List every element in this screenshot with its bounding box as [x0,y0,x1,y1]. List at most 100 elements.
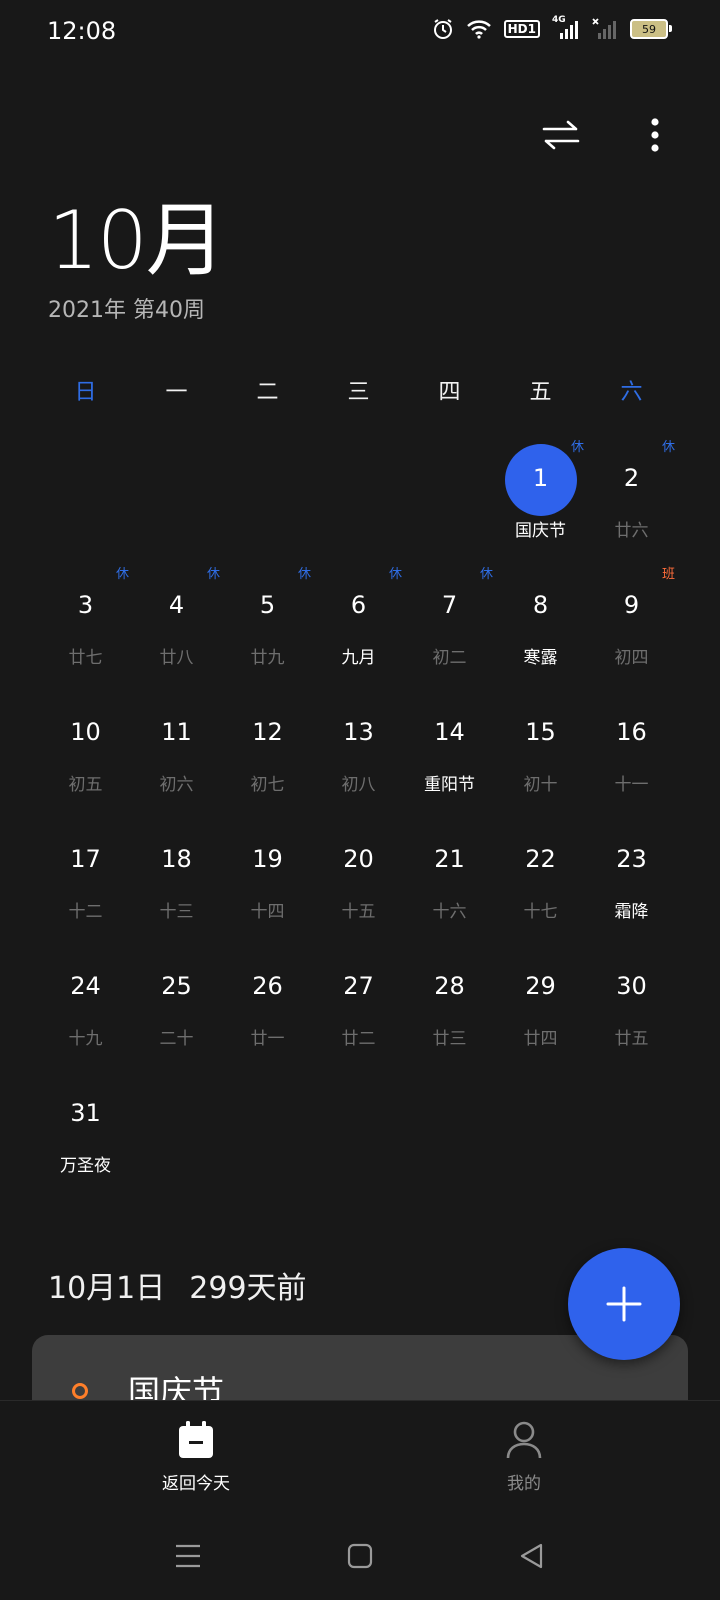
alarm-icon [433,19,452,39]
add-event-button[interactable] [568,1248,680,1360]
day-cell[interactable]: 24 十九 [40,936,131,1062]
lunar-date: 廿八 [159,648,194,668]
event-date-header: 10月1日 299天前 [48,1263,307,1307]
plus-icon [606,1286,642,1322]
signal-no-service-icon [592,18,616,39]
day-cell[interactable]: 31 万圣夜 [40,1063,131,1189]
day-cell[interactable]: 5 廿九 休 [222,555,313,681]
lunar-date: 十五 [341,902,376,922]
lunar-date: 国庆节 [515,521,566,541]
day-cell[interactable]: 7 初二 休 [404,555,495,681]
day-cell[interactable]: 2 廿六 休 [586,428,677,554]
day-number: 9 [623,591,640,619]
holiday-tag: 休 [479,567,493,582]
lunar-date: 万圣夜 [60,1156,111,1176]
lunar-date: 十七 [523,902,558,922]
day-number: 13 [343,718,374,746]
day-number: 15 [525,718,556,746]
day-cell[interactable]: 23 霜降 [586,809,677,935]
recent-apps-button[interactable] [168,1536,208,1576]
day-cell[interactable]: 1 国庆节 休 [495,428,586,554]
lunar-date: 霜降 [614,902,649,922]
day-cell[interactable]: 22 十七 [495,809,586,935]
weekday-sun: 日 [74,380,97,405]
day-number: 29 [525,972,556,1000]
home-button[interactable] [340,1536,380,1576]
signal-4g-icon: 4G [552,15,580,40]
day-number: 7 [441,591,458,619]
back-button[interactable] [512,1536,552,1576]
day-cell[interactable]: 4 廿八 休 [131,555,222,681]
day-cell[interactable]: 8 寒露 [495,555,586,681]
lunar-date: 廿四 [523,1029,558,1049]
lunar-date: 九月 [341,648,376,668]
day-cell[interactable]: 20 十五 [313,809,404,935]
more-vertical-icon [651,118,659,152]
day-number: 17 [70,845,101,873]
day-cell[interactable]: 11 初六 [131,682,222,808]
lunar-date: 初七 [250,775,285,795]
status-icons: HD1 4G 59 [432,15,672,40]
year-week-label: 2021年 第40周 [48,298,205,323]
weekday-mon: 一 [165,380,188,405]
day-number: 6 [350,591,367,619]
weekday-sat: 六 [620,380,643,405]
day-cell[interactable]: 12 初七 [222,682,313,808]
day-number: 14 [434,718,465,746]
lunar-date: 寒露 [523,648,558,668]
day-number: 21 [434,845,465,873]
day-number: 27 [343,972,374,1000]
calendar-today-icon [179,1421,213,1458]
holiday-tag: 休 [661,440,675,455]
lunar-date: 十九 [68,1029,103,1049]
nav-back-to-today[interactable]: 返回今天 [126,1421,266,1494]
day-cell[interactable]: 15 初十 [495,682,586,808]
more-options-button[interactable] [630,110,680,160]
lunar-date: 廿二 [341,1029,376,1049]
day-cell[interactable]: 3 廿七 休 [40,555,131,681]
day-cell[interactable]: 27 廿二 [313,936,404,1062]
weekday-tue: 二 [256,380,279,405]
day-number: 26 [252,972,283,1000]
lunar-date: 初二 [432,648,467,668]
day-cell[interactable]: 17 十二 [40,809,131,935]
day-number: 5 [259,591,276,619]
weekday-fri: 五 [529,380,552,405]
event-date: 10月1日 [48,1271,166,1306]
lunar-date: 廿一 [250,1029,285,1049]
day-cell[interactable]: 28 廿三 [404,936,495,1062]
day-cell[interactable]: 30 廿五 [586,936,677,1062]
day-cell[interactable]: 29 廿四 [495,936,586,1062]
day-cell[interactable]: 18 十三 [131,809,222,935]
system-nav-bar [0,1500,720,1600]
status-bar: 12:08 HD1 4G 59 [0,0,720,64]
day-cell[interactable]: 14 重阳节 [404,682,495,808]
day-cell[interactable]: 19 十四 [222,809,313,935]
lunar-date: 十二 [68,902,103,922]
day-cell[interactable]: 6 九月 休 [313,555,404,681]
day-cell[interactable]: 13 初八 [313,682,404,808]
person-icon [506,1421,542,1459]
home-square-icon [347,1543,373,1569]
day-cell[interactable]: 9 初四 班 [586,555,677,681]
day-cell[interactable]: 10 初五 [40,682,131,808]
battery-icon: 59 [630,19,672,39]
lunar-date: 廿五 [614,1029,649,1049]
holiday-tag: 休 [115,567,129,582]
lunar-date: 廿三 [432,1029,467,1049]
lunar-date: 十一 [614,775,649,795]
day-number: 3 [77,591,94,619]
nav-me[interactable]: 我的 [454,1421,594,1494]
wifi-icon [466,20,491,39]
weekday-thu: 四 [438,380,461,405]
day-number: 31 [70,1099,101,1127]
lunar-date: 廿七 [68,648,103,668]
day-cell[interactable]: 25 二十 [131,936,222,1062]
day-cell[interactable]: 21 十六 [404,809,495,935]
day-cell[interactable]: 26 廿一 [222,936,313,1062]
lunar-date: 十六 [432,902,467,922]
day-number: 10 [70,718,101,746]
day-cell[interactable]: 16 十一 [586,682,677,808]
switch-view-button[interactable] [536,110,586,160]
day-number: 8 [532,591,549,619]
